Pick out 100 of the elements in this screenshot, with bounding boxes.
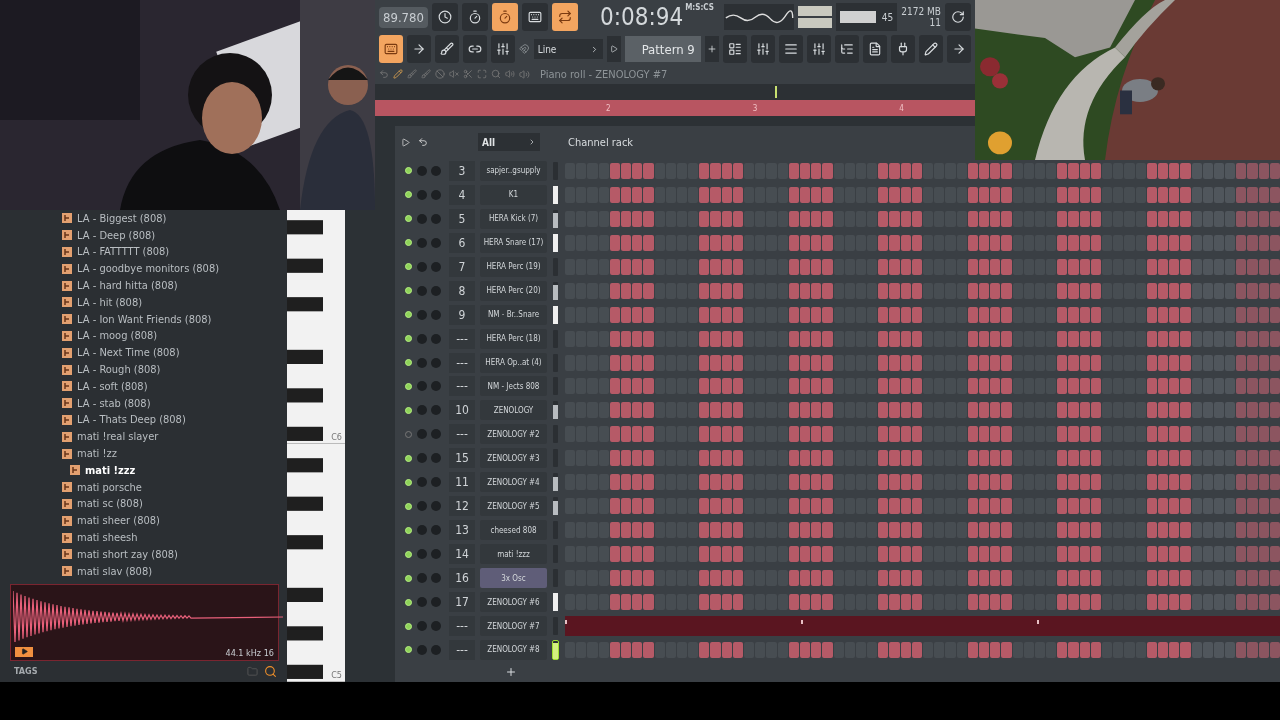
mixer-track-number[interactable]: 12 — [449, 496, 475, 517]
loop-button[interactable] — [551, 3, 578, 31]
mixer-track-number[interactable]: 11 — [449, 472, 475, 493]
volume-knob[interactable] — [431, 357, 441, 368]
browser-item[interactable]: LA - FATTTTT (808) — [62, 243, 287, 261]
play-button[interactable] — [15, 646, 33, 657]
channel-name-button[interactable]: ZENOLOGY #5 — [480, 496, 547, 517]
browser-item[interactable]: mati sheer (808) — [62, 512, 287, 530]
browser-item[interactable]: LA - moog (808) — [62, 327, 287, 345]
mixer-track-number[interactable]: 5 — [449, 208, 475, 229]
volume-knob[interactable] — [431, 261, 441, 272]
sliders-button[interactable] — [491, 35, 516, 63]
browser-item[interactable]: LA - Thats Deep (808) — [62, 411, 287, 429]
volume-knob[interactable] — [431, 549, 441, 560]
pan-knob[interactable] — [417, 597, 427, 608]
mixer-track-number[interactable]: --- — [449, 639, 475, 660]
filter-dropdown[interactable]: All — [478, 133, 540, 152]
browser-item[interactable]: mati porsche — [62, 478, 287, 496]
pan-knob[interactable] — [417, 333, 427, 344]
volume-knob[interactable] — [431, 525, 441, 536]
brush-button[interactable] — [435, 35, 460, 63]
pan-knob[interactable] — [417, 644, 427, 655]
pan-knob[interactable] — [417, 237, 427, 248]
pan-knob[interactable] — [417, 477, 427, 488]
browser-item[interactable]: LA - Ion Want Friends (808) — [62, 310, 287, 328]
mixer-track-number[interactable]: 9 — [449, 304, 475, 325]
browser-item[interactable]: LA - Next Time (808) — [62, 344, 287, 362]
snap-dropdown[interactable]: Line — [533, 39, 604, 59]
channel-name-button[interactable]: NM - Br..Snare — [480, 304, 547, 325]
timer-button[interactable] — [491, 3, 518, 31]
clock-button[interactable] — [431, 3, 458, 31]
mixer-track-number[interactable]: --- — [449, 328, 475, 349]
browser-item[interactable]: LA - Deep (808) — [62, 226, 287, 244]
pan-knob[interactable] — [417, 525, 427, 536]
channel-name-button[interactable]: HERA Snare (17) — [480, 232, 547, 253]
mixer-track-number[interactable]: 7 — [449, 256, 475, 277]
volume-knob[interactable] — [431, 165, 441, 176]
channel-name-button[interactable]: 3x Osc — [480, 568, 547, 589]
pan-knob[interactable] — [417, 285, 427, 296]
list-button[interactable] — [778, 35, 803, 63]
channel-name-button[interactable]: NM - Jects 808 — [480, 376, 547, 397]
channel-name-button[interactable]: ZENOLOGY #8 — [480, 639, 547, 660]
keyboard-button[interactable] — [379, 35, 404, 63]
volume-knob[interactable] — [431, 333, 441, 344]
arrow-button[interactable] — [947, 35, 972, 63]
channel-name-button[interactable]: ZENOLOGY — [480, 400, 547, 421]
arrow-button[interactable] — [407, 35, 432, 63]
mixer-track-number[interactable]: 16 — [449, 568, 475, 589]
channel-name-button[interactable]: HERA Kick (7) — [480, 208, 547, 229]
browser-item[interactable]: mati slav (808) — [62, 562, 287, 580]
browser-item[interactable]: mati !zzz — [62, 461, 287, 479]
volume-knob[interactable] — [431, 381, 441, 392]
mixer-track-number[interactable]: 14 — [449, 544, 475, 565]
mixer-track-number[interactable]: 10 — [449, 400, 475, 421]
mixer-track-number[interactable]: --- — [449, 616, 475, 636]
volume-knob[interactable] — [431, 501, 441, 512]
tempo-display[interactable]: 89.780 — [379, 6, 428, 28]
channel-name-button[interactable]: K1 — [480, 184, 547, 205]
channel-name-button[interactable]: HERA Op..at (4) — [480, 352, 547, 373]
link-button[interactable] — [463, 35, 488, 63]
plug-button[interactable] — [890, 35, 915, 63]
browser-item[interactable]: LA - hard hitta (808) — [62, 277, 287, 294]
mixer-track-number[interactable]: 13 — [449, 520, 475, 541]
channel-name-button[interactable]: ZENOLOGY #7 — [480, 616, 547, 636]
channel-name-button[interactable]: mati !zzz — [480, 544, 547, 565]
pan-knob[interactable] — [417, 261, 427, 272]
pan-knob[interactable] — [417, 405, 427, 416]
pan-knob[interactable] — [417, 213, 427, 224]
pan-knob[interactable] — [417, 189, 427, 200]
pencil-button[interactable] — [919, 35, 944, 63]
pattern-selector[interactable]: Pattern 9 — [625, 36, 701, 62]
pan-knob[interactable] — [417, 429, 427, 440]
channel-name-button[interactable]: sapjer..gsupply — [480, 160, 547, 181]
pan-knob[interactable] — [417, 549, 427, 560]
browser-item[interactable]: mati short zay (808) — [62, 545, 287, 563]
volume-knob[interactable] — [431, 429, 441, 440]
pan-knob[interactable] — [417, 381, 427, 392]
volume-knob[interactable] — [431, 477, 441, 488]
browser-item[interactable]: mati sc (808) — [62, 495, 287, 513]
play-pattern-button[interactable] — [607, 36, 622, 62]
add-pattern-button[interactable] — [704, 36, 719, 62]
channel-name-button[interactable]: ZENOLOGY #3 — [480, 448, 547, 469]
volume-knob[interactable] — [431, 213, 441, 224]
browser-item[interactable]: LA - Biggest (808) — [62, 210, 287, 227]
file-button[interactable] — [862, 35, 887, 63]
refresh-button[interactable] — [945, 3, 971, 31]
volume-knob[interactable] — [431, 621, 441, 631]
mixer-button[interactable] — [806, 35, 831, 63]
volume-knob[interactable] — [431, 285, 441, 296]
mixer-track-number[interactable]: --- — [449, 352, 475, 373]
volume-knob[interactable] — [431, 405, 441, 416]
timer-button[interactable] — [461, 3, 488, 31]
browser-item[interactable]: mati !zz — [62, 445, 287, 462]
pan-knob[interactable] — [417, 309, 427, 320]
channel-name-button[interactable]: HERA Perc (20) — [480, 280, 547, 301]
volume-knob[interactable] — [431, 597, 441, 608]
channel-name-button[interactable]: cheesed 808 — [480, 520, 547, 541]
browser-item[interactable]: LA - goodbye monitors (808) — [62, 260, 287, 278]
mixer-track-number[interactable]: 17 — [449, 592, 475, 613]
mixer-track-number[interactable]: --- — [449, 376, 475, 397]
